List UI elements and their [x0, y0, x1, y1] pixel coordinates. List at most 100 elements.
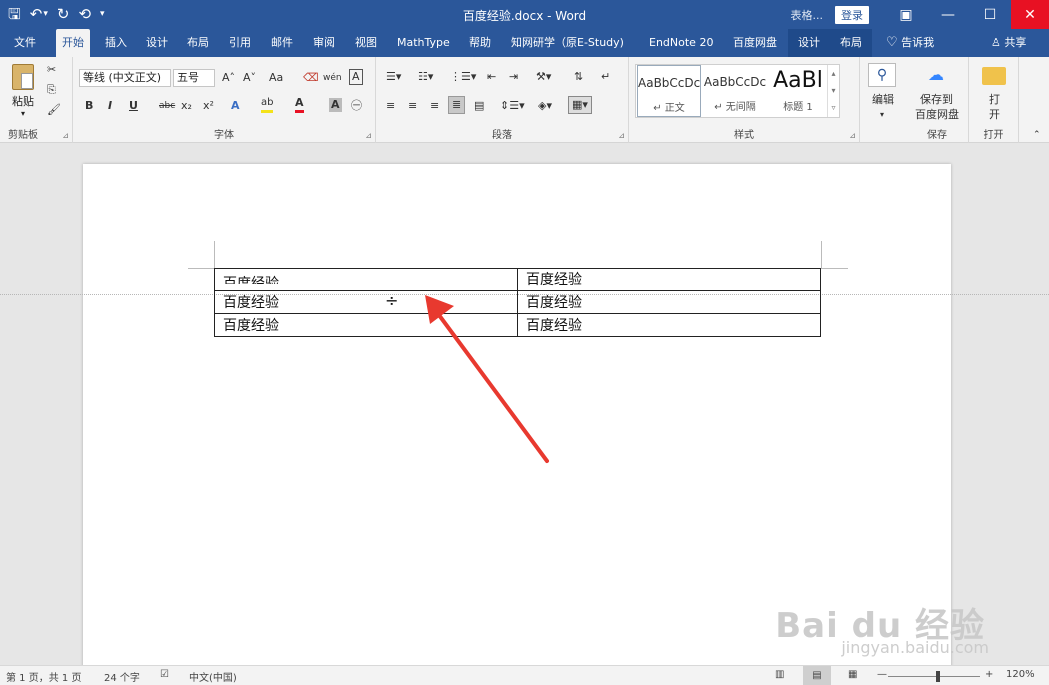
copy-icon[interactable]: ⎘ — [47, 82, 56, 98]
styles-gallery: AaBbCcDc ↵ 正文 AaBbCcDc ↵ 无间隔 AaBl 标题 1 ▴… — [635, 64, 840, 118]
tab-view[interactable]: 视图 — [349, 29, 383, 57]
gallery-scroll[interactable]: ▴ ▾ ▿ — [827, 65, 839, 117]
zoom-in-button[interactable]: + — [985, 669, 993, 680]
cut-icon[interactable]: ✂ — [47, 62, 56, 78]
dialog-launcher-icon[interactable]: ⊿ — [62, 131, 69, 140]
underline-button[interactable]: U — [129, 98, 138, 114]
font-name-value: 等线 (中文正文) — [83, 71, 162, 84]
highlight-color-icon[interactable]: ab — [261, 96, 274, 113]
maximize-icon[interactable]: ☐ — [969, 0, 1011, 29]
style-heading-1[interactable]: AaBl 标题 1 — [769, 65, 827, 117]
multilevel-list-icon[interactable]: ⋮☰▾ — [450, 69, 476, 85]
strikethrough-button[interactable]: abc — [159, 98, 175, 114]
tab-file[interactable]: 文件 — [8, 29, 42, 57]
superscript-button[interactable]: x² — [203, 98, 214, 114]
tab-table-layout[interactable]: 布局 — [830, 29, 872, 57]
show-marks-icon[interactable]: ↵ — [601, 69, 610, 85]
shading-icon[interactable]: ◈▾ — [538, 98, 552, 114]
zoom-level[interactable]: 120% — [1006, 669, 1035, 680]
align-left-icon[interactable]: ≡ — [386, 98, 395, 114]
dialog-launcher-icon[interactable]: ⊿ — [365, 131, 372, 140]
chevron-down-icon[interactable]: ▾ — [828, 82, 839, 99]
share-button[interactable]: ♙ 共享 — [985, 29, 1032, 57]
tab-insert[interactable]: 插入 — [99, 29, 133, 57]
zoom-slider-thumb[interactable] — [936, 671, 940, 682]
subscript-button[interactable]: x₂ — [181, 98, 192, 114]
tell-me[interactable]: ♡ 告诉我 — [880, 29, 940, 57]
character-shading-icon[interactable]: A — [329, 98, 342, 112]
tab-review[interactable]: 审阅 — [307, 29, 341, 57]
bullets-icon[interactable]: ☰▾ — [386, 69, 401, 85]
numbering-icon[interactable]: ☷▾ — [418, 69, 433, 85]
tab-design[interactable]: 设计 — [140, 29, 174, 57]
lightbulb-icon: ♡ — [886, 35, 898, 50]
baidu-cloud-icon[interactable]: ☁ — [928, 65, 944, 84]
chevron-up-icon[interactable]: ▴ — [828, 65, 839, 82]
align-center-icon[interactable]: ≡ — [408, 98, 417, 114]
tab-layout[interactable]: 布局 — [181, 29, 215, 57]
style-name: ↵ 正文 — [653, 103, 685, 114]
borders-icon[interactable]: ▦▾ — [568, 96, 592, 114]
enclose-characters-icon[interactable]: ㊀ — [351, 98, 362, 114]
tab-mailings[interactable]: 邮件 — [265, 29, 299, 57]
increase-indent-icon[interactable]: ⇥ — [509, 69, 518, 85]
chinese-layout-icon[interactable]: ⚒▾ — [536, 69, 551, 85]
tab-estudy[interactable]: 知网研学（原E-Study) — [505, 29, 630, 57]
clear-formatting-icon[interactable]: ⌫ — [303, 70, 319, 86]
tab-references[interactable]: 引用 — [223, 29, 257, 57]
change-case-icon[interactable]: Aa — [269, 70, 283, 86]
zoom-slider[interactable] — [888, 676, 980, 677]
style-preview: AaBl — [773, 68, 823, 93]
more-styles-icon[interactable]: ▿ — [828, 99, 839, 116]
decrease-indent-icon[interactable]: ⇤ — [487, 69, 496, 85]
tab-home[interactable]: 开始 — [56, 29, 90, 57]
word-count[interactable]: 24 个字 — [104, 669, 140, 684]
font-color-icon[interactable]: A — [295, 96, 304, 113]
login-button[interactable]: 登录 — [835, 5, 869, 24]
style-no-spacing[interactable]: AaBbCcDc ↵ 无间隔 — [703, 65, 767, 117]
dialog-launcher-icon[interactable]: ⊿ — [849, 131, 856, 140]
phonetic-guide-icon[interactable]: wén — [323, 70, 342, 86]
text-effects-icon[interactable]: A — [231, 98, 240, 114]
open-line1[interactable]: 打 — [989, 92, 1000, 108]
editing-group[interactable]: ⚲ 编辑 ▾ — [860, 57, 906, 143]
tab-table-design[interactable]: 设计 — [788, 29, 830, 57]
sort-icon[interactable]: ⇅ — [574, 69, 583, 85]
language-indicator[interactable]: 中文(中国) — [189, 669, 237, 684]
tab-mathtype[interactable]: MathType — [391, 29, 456, 57]
style-normal[interactable]: AaBbCcDc ↵ 正文 — [637, 65, 701, 117]
shrink-font-icon[interactable]: A˅ — [243, 70, 256, 86]
save-to-baidu-line2[interactable]: 百度网盘 — [915, 107, 959, 123]
grow-font-icon[interactable]: A˄ — [222, 70, 235, 86]
collapse-ribbon-icon[interactable]: ⌃ — [1033, 127, 1041, 143]
character-border-icon[interactable]: A — [349, 69, 363, 85]
web-layout-icon[interactable]: ▦ — [848, 669, 857, 680]
folder-icon[interactable] — [982, 67, 1006, 85]
italic-button[interactable]: I — [108, 98, 112, 114]
zoom-out-button[interactable]: — — [877, 669, 887, 680]
bold-button[interactable]: B — [85, 98, 93, 114]
justify-icon[interactable]: ≣ — [448, 96, 466, 114]
dialog-launcher-icon[interactable]: ⊿ — [618, 131, 625, 140]
line-spacing-icon[interactable]: ⇕☰▾ — [500, 98, 525, 114]
format-painter-icon[interactable]: 🖌 — [47, 102, 61, 118]
distributed-icon[interactable]: ▤ — [474, 98, 484, 114]
open-line2[interactable]: 开 — [989, 107, 1000, 123]
save-to-baidu-line1[interactable]: 保存到 — [920, 92, 953, 108]
close-icon[interactable]: ✕ — [1011, 0, 1049, 29]
paste-button[interactable]: 粘贴 ▾ — [6, 62, 40, 122]
minimize-icon[interactable]: — — [927, 0, 969, 29]
proofing-icon[interactable]: ☑ — [160, 669, 169, 680]
read-mode-icon[interactable]: ▥ — [775, 669, 784, 680]
document-canvas[interactable]: 百度经验 百度经验 百度经验 百度经验 百度经验 百度经验 ÷ — [0, 143, 1049, 665]
align-right-icon[interactable]: ≡ — [430, 98, 439, 114]
tab-endnote[interactable]: EndNote 20 — [643, 29, 719, 57]
baidu-watermark-url: jingyan.baidu.com — [841, 638, 989, 657]
font-size-combo[interactable]: 五号 — [173, 69, 215, 87]
page-count[interactable]: 第 1 页，共 1 页 — [6, 669, 81, 684]
tab-help[interactable]: 帮助 — [463, 29, 497, 57]
print-layout-icon[interactable]: ▤ — [803, 666, 831, 685]
ribbon-display-options-icon[interactable]: ▣ — [885, 0, 927, 29]
tab-baidu-netdisk[interactable]: 百度网盘 — [727, 29, 783, 57]
font-name-combo[interactable]: 等线 (中文正文) — [79, 69, 171, 87]
